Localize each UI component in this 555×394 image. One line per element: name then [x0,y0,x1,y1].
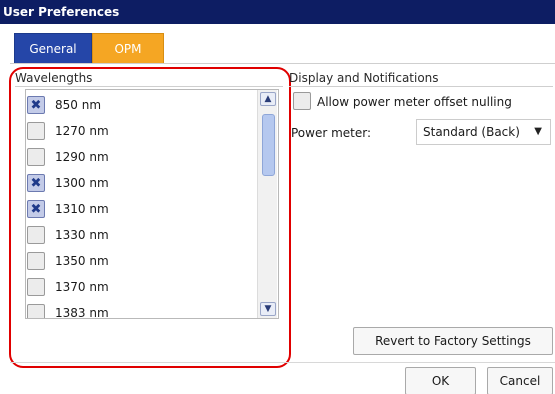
chevron-up-icon: ▲ [264,94,272,104]
wavelength-label: 1290 nm [55,150,109,164]
wavelength-item-1310[interactable]: ✖ 1310 nm [27,196,257,222]
cancel-button[interactable]: Cancel [487,367,553,394]
wavelength-checkbox[interactable] [27,148,45,166]
window-title: User Preferences [0,0,555,24]
wavelength-item-1370[interactable]: 1370 nm [27,274,257,300]
power-meter-select[interactable]: Standard (Back) ▼ [416,119,551,145]
wavelengths-scrollbar[interactable]: ▲ ▼ [257,90,277,318]
wavelength-checkbox[interactable]: ✖ [27,96,45,114]
display-title: Display and Notifications [289,71,439,85]
revert-factory-settings-button[interactable]: Revert to Factory Settings [353,327,553,355]
footer-divider [10,362,555,363]
offset-nulling-label: Allow power meter offset nulling [317,95,512,109]
dropdown-arrow-icon: ▼ [534,126,542,137]
wavelength-checkbox[interactable] [27,226,45,244]
power-meter-label: Power meter: [291,126,372,140]
tab-general[interactable]: General [14,33,92,63]
wavelength-checkbox[interactable] [27,252,45,270]
wavelength-label: 1350 nm [55,254,109,268]
power-meter-value: Standard (Back) [423,125,520,139]
display-divider [289,86,553,87]
wavelengths-divider [15,86,283,87]
wavelength-label: 1310 nm [55,202,109,216]
scroll-down-button[interactable]: ▼ [260,302,276,316]
wavelength-label: 850 nm [55,98,102,112]
wavelength-label: 1300 nm [55,176,109,190]
ok-button[interactable]: OK [405,367,476,394]
check-icon: ✖ [30,201,42,217]
wavelength-checkbox[interactable] [27,122,45,140]
wavelength-item-1270[interactable]: 1270 nm [27,118,257,144]
wavelengths-title: Wavelengths [15,71,93,85]
tab-opm[interactable]: OPM [92,33,164,64]
wavelength-item-1330[interactable]: 1330 nm [27,222,257,248]
wavelength-item-1290[interactable]: 1290 nm [27,144,257,170]
wavelengths-list[interactable]: ✖ 850 nm 1270 nm 1290 nm ✖ 1300 nm ✖ 131… [25,89,279,319]
wavelength-label: 1370 nm [55,280,109,294]
wavelength-label: 1270 nm [55,124,109,138]
scroll-thumb[interactable] [262,114,275,176]
wavelength-item-1383[interactable]: 1383 nm [27,300,257,319]
scroll-up-button[interactable]: ▲ [260,92,276,106]
wavelength-checkbox[interactable]: ✖ [27,200,45,218]
wavelength-checkbox[interactable] [27,304,45,318]
check-icon: ✖ [30,175,42,191]
wavelength-label: 1330 nm [55,228,109,242]
offset-nulling-checkbox[interactable] [293,92,311,110]
wavelength-item-1300[interactable]: ✖ 1300 nm [27,170,257,196]
chevron-down-icon: ▼ [264,304,272,314]
wavelength-item-1350[interactable]: 1350 nm [27,248,257,274]
wavelength-checkbox[interactable]: ✖ [27,174,45,192]
check-icon: ✖ [30,97,42,113]
wavelength-item-850[interactable]: ✖ 850 nm [27,92,257,118]
wavelength-label: 1383 nm [55,306,109,319]
wavelength-checkbox[interactable] [27,278,45,296]
